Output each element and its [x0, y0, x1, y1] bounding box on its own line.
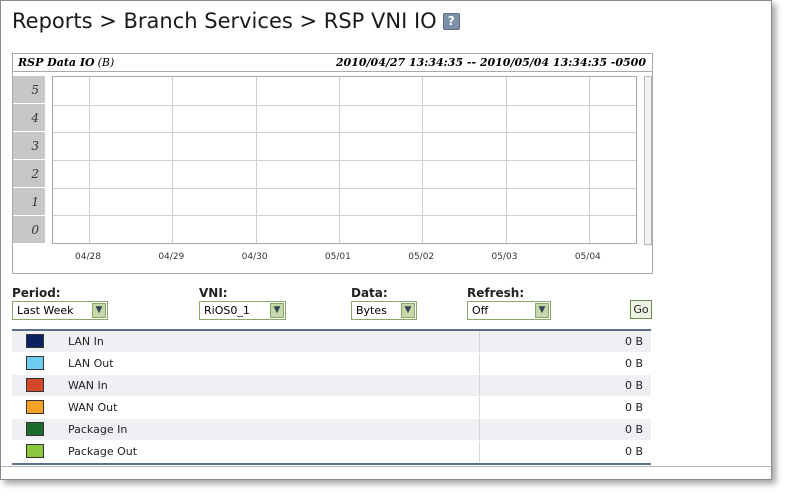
vni-select[interactable]: RiOS0_1 ▼ — [199, 301, 286, 320]
x-tick-label: 04/28 — [75, 252, 101, 262]
gridline-vertical — [255, 77, 257, 243]
data-select-value: Bytes — [356, 304, 387, 317]
chevron-down-icon: ▼ — [535, 303, 549, 318]
chart-unit: (B) — [97, 56, 115, 69]
chart-scrollbar[interactable] — [644, 76, 652, 245]
chevron-down-icon: ▼ — [92, 303, 106, 318]
legend-row-lan-in: LAN In 0 B — [12, 331, 651, 353]
y-tick-label: 4 — [13, 104, 45, 132]
column-divider — [479, 353, 480, 374]
gridline-vertical — [89, 77, 90, 243]
gridline-vertical — [505, 77, 507, 243]
legend-row-lan-out: LAN Out 0 B — [12, 353, 651, 375]
legend-name: Package In — [68, 423, 128, 436]
data-select[interactable]: Bytes ▼ — [351, 301, 417, 320]
footer-divider — [1, 466, 771, 467]
help-icon[interactable]: ? — [442, 13, 460, 30]
legend-name: Package Out — [68, 445, 138, 458]
x-tick-label: 04/29 — [158, 252, 185, 262]
data-label: Data: — [351, 286, 388, 300]
gridline-vertical — [422, 77, 424, 243]
vni-select-value: RiOS0_1 — [204, 304, 250, 317]
legend-name: WAN In — [68, 379, 108, 392]
period-control: Period: Last Week ▼ — [12, 286, 108, 320]
gridline-horizontal — [53, 187, 636, 189]
vni-control: VNI: RiOS0_1 ▼ — [199, 286, 286, 320]
gridline-horizontal — [53, 104, 636, 106]
gridline-vertical — [172, 77, 174, 243]
legend-name: LAN In — [68, 335, 104, 348]
legend-row-wan-in: WAN In 0 B — [12, 375, 651, 397]
legend-swatch — [26, 356, 44, 370]
x-tick-label: 05/04 — [574, 252, 601, 262]
chart-title: RSP Data IO (B) — [18, 56, 114, 69]
legend-row-package-in: Package In 0 B — [12, 419, 651, 441]
x-tick-label: 05/03 — [491, 252, 518, 262]
legend-value: 0 B — [624, 379, 643, 392]
column-divider — [479, 397, 480, 418]
chart-header: RSP Data IO (B) 2010/04/27 13:34:35 -- 20… — [13, 54, 652, 72]
period-label: Period: — [12, 286, 61, 300]
legend-swatch — [26, 400, 44, 414]
plot-area — [52, 76, 637, 244]
x-tick-label: 05/02 — [408, 252, 435, 262]
legend-row-package-out: Package Out 0 B — [12, 441, 651, 463]
legend-value: 0 B — [624, 357, 643, 370]
y-tick-label: 3 — [13, 132, 45, 160]
legend-name: WAN Out — [68, 401, 118, 414]
gridline-vertical — [338, 77, 340, 243]
y-tick-label: 2 — [13, 160, 45, 188]
gridline-horizontal — [53, 132, 636, 134]
legend-value: 0 B — [624, 335, 643, 348]
legend-swatch — [26, 444, 44, 458]
page-title-text: Reports > Branch Services > RSP VNI IO — [12, 9, 437, 33]
legend-swatch — [26, 334, 44, 348]
gridline-horizontal — [53, 160, 636, 161]
refresh-label: Refresh: — [467, 286, 525, 300]
legend-name: LAN Out — [68, 357, 114, 370]
y-tick-label: 5 — [13, 76, 45, 104]
y-axis: 543210 — [13, 76, 45, 244]
gridline-vertical — [588, 77, 590, 243]
period-select[interactable]: Last Week ▼ — [12, 301, 108, 320]
go-button[interactable]: Go — [630, 300, 652, 319]
y-tick-label: 0 — [13, 216, 45, 244]
refresh-control: Refresh: Off ▼ — [467, 286, 551, 320]
x-tick-label: 04/30 — [241, 252, 268, 262]
x-tick-label: 05/01 — [324, 252, 351, 262]
report-window: Reports > Branch Services > RSP VNI IO? … — [0, 0, 772, 480]
chevron-down-icon: ▼ — [270, 303, 284, 318]
data-control: Data: Bytes ▼ — [351, 286, 417, 320]
page-title: Reports > Branch Services > RSP VNI IO? — [12, 9, 460, 33]
legend-table: LAN In 0 B LAN Out 0 B WAN In 0 B WAN Out 0 … — [12, 329, 651, 465]
column-divider — [479, 441, 480, 462]
column-divider — [479, 375, 480, 396]
legend-swatch — [26, 422, 44, 436]
legend-value: 0 B — [624, 401, 643, 414]
chart-title-text: RSP Data IO — [18, 56, 95, 69]
period-select-value: Last Week — [17, 304, 74, 317]
column-divider — [479, 331, 480, 352]
column-divider — [479, 419, 480, 440]
legend-value: 0 B — [624, 423, 643, 436]
refresh-select-value: Off — [472, 304, 489, 317]
chevron-down-icon: ▼ — [401, 303, 415, 318]
y-tick-label: 1 — [13, 188, 45, 216]
refresh-select[interactable]: Off ▼ — [467, 301, 551, 320]
legend-value: 0 B — [624, 445, 643, 458]
chart-time-range: 2010/04/27 13:34:35 -- 2010/05/04 13:34:… — [335, 56, 646, 69]
vni-label: VNI: — [199, 286, 228, 300]
legend-swatch — [26, 378, 44, 392]
rsp-data-io-chart: RSP Data IO (B) 2010/04/27 13:34:35 -- 20… — [12, 53, 653, 274]
gridline-horizontal — [53, 215, 636, 217]
legend-row-wan-out: WAN Out 0 B — [12, 397, 651, 419]
